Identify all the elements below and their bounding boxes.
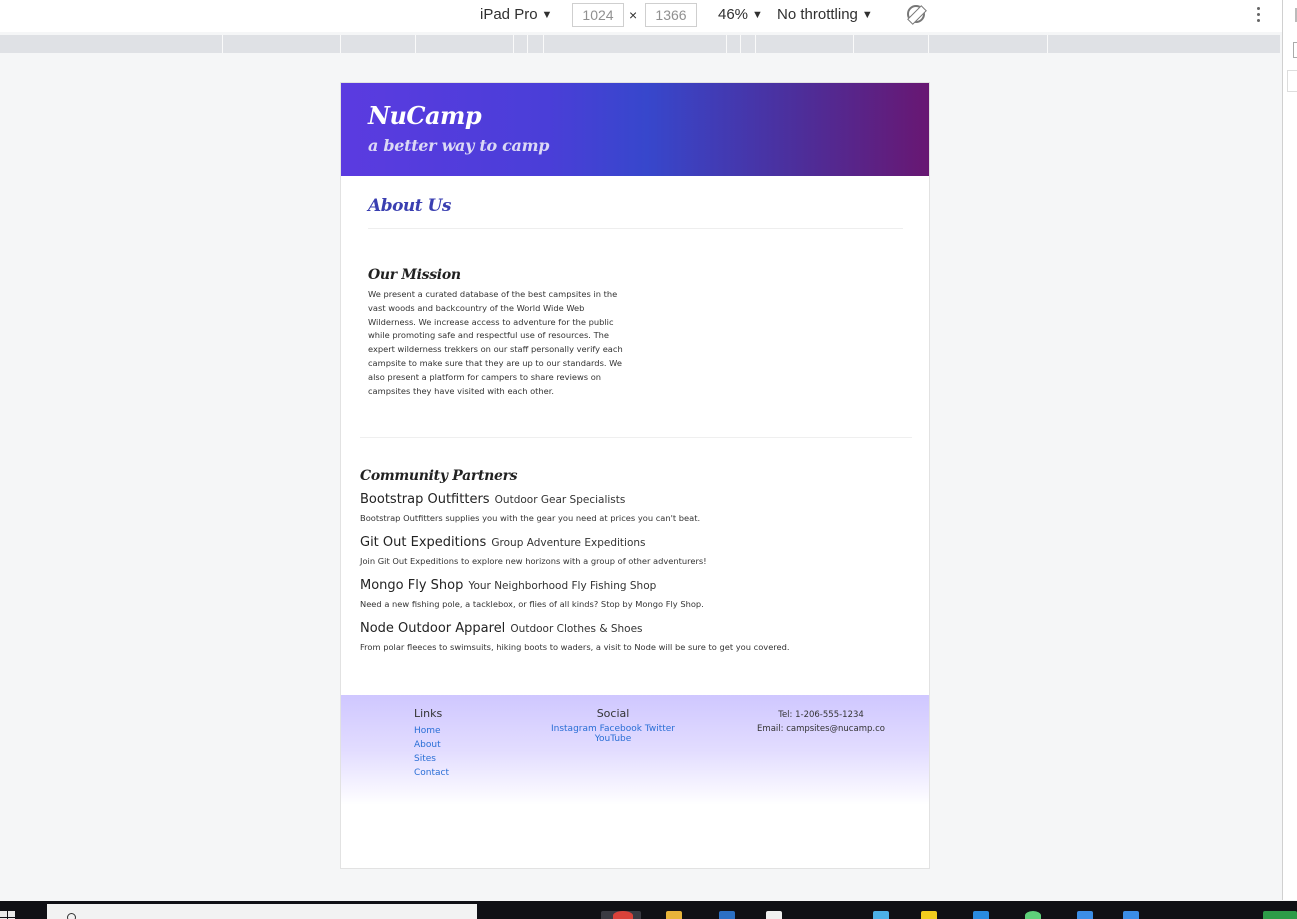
partner-item: Mongo Fly Shop Your Neighborhood Fly Fis… bbox=[360, 574, 920, 609]
notes-taskbar-icon[interactable] bbox=[921, 911, 937, 919]
mission-title: Our Mission bbox=[368, 267, 461, 283]
media-query-ruler[interactable] bbox=[0, 35, 1280, 53]
site-footer: Links Home About Sites Contact Social In… bbox=[341, 695, 929, 805]
rotate-icon[interactable] bbox=[907, 5, 925, 23]
vscode-taskbar-icon[interactable] bbox=[973, 911, 989, 919]
panel-tab[interactable] bbox=[1287, 70, 1297, 92]
search-icon bbox=[67, 913, 76, 919]
chevron-down-icon: ▼ bbox=[752, 9, 763, 21]
partner-name: Git Out Expeditions bbox=[360, 535, 487, 550]
footer-links: Links Home About Sites Contact bbox=[414, 707, 449, 780]
partner-subtitle: Group Adventure Expeditions bbox=[491, 537, 646, 549]
app-taskbar-icon[interactable] bbox=[1263, 911, 1297, 919]
footer-link-sites[interactable]: Sites bbox=[414, 752, 449, 766]
footer-link-home[interactable]: Home bbox=[414, 724, 449, 738]
zoom-select-label: 46% bbox=[718, 6, 749, 23]
social-link-instagram[interactable]: Instagram bbox=[551, 724, 597, 734]
footer-links-title: Links bbox=[414, 707, 443, 720]
site-brand[interactable]: NuCamp bbox=[368, 101, 929, 130]
site-tagline: a better way to camp bbox=[368, 136, 550, 155]
width-input[interactable]: 1024 bbox=[572, 3, 624, 27]
page-title: About Us bbox=[368, 196, 451, 216]
partner-description: Bootstrap Outfitters supplies you with t… bbox=[360, 513, 701, 523]
footer-link-contact[interactable]: Contact bbox=[414, 766, 449, 780]
device-viewport: NuCamp a better way to camp About Us Our… bbox=[340, 82, 930, 869]
chevron-down-icon: ▼ bbox=[541, 9, 553, 21]
partner-description: Join Git Out Expeditions to explore new … bbox=[360, 556, 707, 566]
devtools-device-toolbar: iPad Pro ▼ 1024 × 1366 46% ▼ No throttling… bbox=[0, 0, 1282, 32]
app-taskbar-icon[interactable] bbox=[873, 911, 889, 919]
app-taskbar-icon[interactable] bbox=[1025, 911, 1041, 919]
folder-taskbar-icon[interactable] bbox=[666, 911, 682, 919]
partner-description: From polar fleeces to swimsuits, hiking … bbox=[360, 642, 790, 652]
mission-section: Our Mission We present a curated databas… bbox=[341, 229, 929, 398]
device-select-label: iPad Pro bbox=[480, 6, 538, 23]
partner-name: Bootstrap Outfitters bbox=[360, 492, 490, 507]
contact-email: Email: campsites@nucamp.co bbox=[757, 724, 885, 734]
app-taskbar-icon[interactable] bbox=[1123, 911, 1139, 919]
os-taskbar bbox=[0, 901, 1297, 919]
zoom-select[interactable]: 46% ▼ bbox=[718, 6, 763, 23]
divider bbox=[360, 437, 912, 438]
mission-text: We present a curated database of the bes… bbox=[368, 289, 623, 396]
partners-section: Community Partners Bootstrap Outfitters … bbox=[360, 468, 920, 660]
header-jumbotron: NuCamp a better way to camp bbox=[341, 83, 929, 176]
panel-tab[interactable] bbox=[1293, 42, 1297, 58]
chevron-down-icon: ▼ bbox=[861, 9, 873, 21]
footer-social-title: Social bbox=[596, 707, 630, 720]
partner-item: Git Out Expeditions Group Adventure Expe… bbox=[360, 531, 920, 566]
partner-subtitle: Your Neighborhood Fly Fishing Shop bbox=[468, 580, 657, 592]
app-taskbar-icon[interactable] bbox=[1077, 911, 1093, 919]
footer-social: Social Instagram Facebook Twitter YouTub… bbox=[533, 707, 693, 744]
partner-subtitle: Outdoor Clothes & Shoes bbox=[510, 623, 643, 635]
footer-contact: Tel: 1-206-555-1234 Email: campsites@nuc… bbox=[741, 708, 901, 736]
mail-taskbar-icon[interactable] bbox=[719, 911, 735, 919]
device-select[interactable]: iPad Pro ▼ bbox=[480, 6, 552, 23]
partner-item: Bootstrap Outfitters Outdoor Gear Specia… bbox=[360, 488, 920, 523]
contact-phone: Tel: 1-206-555-1234 bbox=[778, 710, 864, 720]
chrome-logo-icon bbox=[613, 911, 633, 919]
social-link-youtube[interactable]: YouTube bbox=[595, 734, 632, 744]
footer-link-about[interactable]: About bbox=[414, 738, 449, 752]
partner-name: Node Outdoor Apparel bbox=[360, 621, 506, 636]
social-links: Instagram Facebook Twitter YouTube bbox=[533, 724, 693, 744]
about-section: About Us bbox=[341, 176, 929, 229]
kebab-menu-icon[interactable] bbox=[1257, 7, 1261, 25]
partner-description: Need a new fishing pole, a tacklebox, or… bbox=[360, 599, 704, 609]
partner-subtitle: Outdoor Gear Specialists bbox=[494, 494, 626, 506]
throttling-select[interactable]: No throttling ▼ bbox=[777, 6, 873, 23]
devtools-side-panel bbox=[1282, 0, 1297, 900]
social-link-twitter[interactable]: Twitter bbox=[645, 724, 675, 734]
taskbar-search-box[interactable] bbox=[47, 904, 477, 919]
partner-item: Node Outdoor Apparel Outdoor Clothes & S… bbox=[360, 617, 920, 652]
social-link-facebook[interactable]: Facebook bbox=[600, 724, 642, 734]
dimension-separator: × bbox=[629, 7, 638, 23]
partner-name: Mongo Fly Shop bbox=[360, 578, 464, 593]
height-input[interactable]: 1366 bbox=[645, 3, 697, 27]
throttling-select-label: No throttling bbox=[777, 6, 858, 23]
app-taskbar-icon[interactable] bbox=[766, 911, 782, 919]
windows-start-icon[interactable] bbox=[0, 905, 20, 919]
partners-title: Community Partners bbox=[360, 468, 518, 484]
